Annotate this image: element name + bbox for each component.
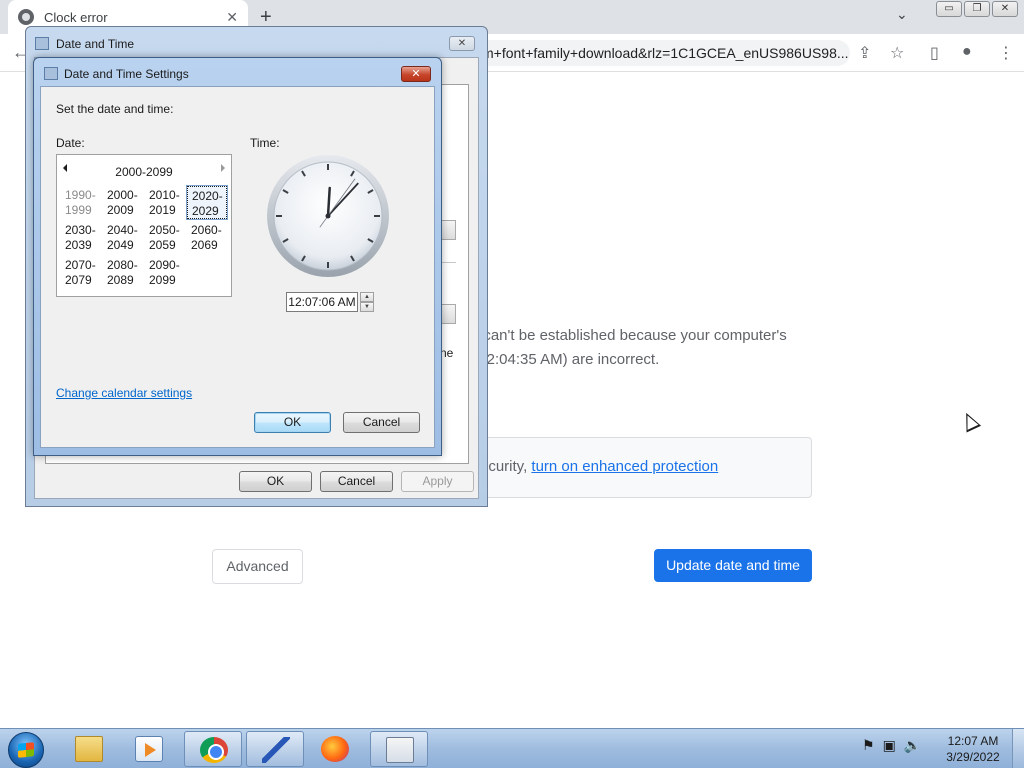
taskbar-paint[interactable] — [246, 731, 304, 767]
settings-ok-button[interactable]: OK — [254, 412, 331, 433]
calendar-decade-cell[interactable]: 2040- 2049 — [103, 221, 143, 254]
settings-dialog-title: Date and Time Settings — [64, 67, 189, 81]
calendar-decade-cell[interactable]: 2010- 2019 — [145, 186, 185, 219]
network-icon[interactable]: ▣ — [883, 737, 896, 754]
time-input[interactable]: 12:07:06 AM — [286, 292, 358, 312]
date-time-icon — [35, 37, 49, 50]
calendar-decade-cell[interactable]: 1990- 1999 — [61, 186, 101, 219]
share-icon[interactable]: ⇪ — [858, 43, 871, 63]
calendar-decade-cell[interactable]: 2020- 2029 — [186, 185, 228, 220]
system-tray: ⚑ ▣ 🔈 — [862, 737, 921, 754]
update-date-time-button[interactable]: Update date and time — [654, 549, 812, 582]
dialog-title: Date and Time — [56, 37, 135, 51]
enhanced-protection-link[interactable]: turn on enhanced protection — [531, 458, 718, 475]
calendar-decade-cell[interactable]: 2050- 2059 — [145, 221, 185, 254]
show-desktop-button[interactable] — [1012, 729, 1024, 768]
outer-ok-button[interactable]: OK — [239, 471, 312, 492]
calendar-decade-cell[interactable]: 2070- 2079 — [61, 256, 101, 289]
taskbar-explorer[interactable] — [60, 731, 118, 767]
advanced-button[interactable]: Advanced — [212, 549, 303, 584]
time-spinner[interactable]: ▲ ▼ — [360, 292, 374, 312]
taskbar-firefox[interactable] — [306, 731, 364, 767]
settings-body: Set the date and time: Date: Time: 2000-… — [40, 86, 435, 448]
calendar-decade-cell[interactable]: 2030- 2039 — [61, 221, 101, 254]
tab-search-icon[interactable]: ⌄ — [896, 6, 908, 23]
calendar-decade-cell[interactable]: 2080- 2089 — [103, 256, 143, 289]
settings-icon — [44, 67, 58, 80]
paint-brush-icon — [262, 737, 290, 763]
profile-avatar-icon[interactable]: ● — [962, 43, 972, 61]
minimize-button[interactable]: ▭ — [936, 1, 962, 17]
chrome-icon — [200, 737, 228, 763]
close-window-button[interactable]: ✕ — [992, 1, 1018, 17]
action-center-flag-icon[interactable]: ⚑ — [862, 737, 875, 754]
calendar-decade-cell[interactable]: 2060- 2069 — [187, 221, 227, 254]
window-controls: ▭ ❐ ✕ — [936, 1, 1018, 17]
folder-icon — [75, 736, 103, 762]
date-label: Date: — [56, 136, 85, 150]
error-description: n can't be established because your comp… — [470, 324, 787, 372]
taskbar-media-player[interactable] — [120, 731, 178, 767]
tab-close-icon[interactable]: ✕ — [226, 9, 238, 26]
error-line-1: can't be established because your comput… — [479, 327, 787, 344]
calendar-clock-icon — [386, 737, 414, 763]
start-button[interactable] — [8, 732, 44, 768]
volume-icon[interactable]: 🔈 — [904, 737, 921, 754]
outer-cancel-button[interactable]: Cancel — [320, 471, 393, 492]
bookmark-star-icon[interactable]: ☆ — [890, 43, 904, 63]
side-panel-icon[interactable]: ▯ — [930, 43, 939, 63]
date-time-settings-dialog: Date and Time Settings ✕ Set the date an… — [33, 57, 442, 456]
settings-close-button[interactable]: ✕ — [401, 66, 431, 82]
firefox-icon — [321, 736, 349, 762]
instruction-label: Set the date and time: — [56, 102, 174, 116]
tray-date: 3/29/2022 — [946, 750, 1000, 764]
decade-calendar: 2000-2099 1990- 1999 2000- 2009 2010- 2019 202… — [56, 154, 232, 297]
calendar-decade-cell[interactable]: 2090- 2099 — [145, 256, 185, 289]
calendar-next-arrow-icon[interactable] — [221, 164, 225, 172]
timezone-text-fragment: ne — [440, 346, 454, 360]
taskbar: ⚑ ▣ 🔈 12:07 AM 3/29/2022 — [0, 728, 1024, 768]
divider — [440, 262, 456, 263]
tab-title: Clock error — [44, 9, 108, 25]
error-line-2: t 12:04:35 AM) are incorrect. — [470, 351, 660, 368]
change-calendar-settings-link[interactable]: Change calendar settings — [56, 386, 192, 400]
spin-down-icon[interactable]: ▼ — [360, 302, 374, 312]
calendar-decade-cell[interactable]: 2000- 2009 — [103, 186, 143, 219]
spin-up-icon[interactable]: ▲ — [360, 292, 374, 302]
dialog-close-button[interactable]: ✕ — [449, 36, 475, 51]
taskbar-date-time[interactable] — [370, 731, 428, 767]
taskbar-chrome[interactable] — [184, 731, 242, 767]
menu-kebab-icon[interactable]: ⋮ — [998, 43, 1014, 63]
tray-time: 12:07 AM — [947, 734, 999, 748]
outer-apply-button: Apply — [401, 471, 474, 492]
tray-clock[interactable]: 12:07 AM 3/29/2022 — [940, 733, 1006, 765]
time-label: Time: — [250, 136, 280, 150]
calendar-header[interactable]: 2000-2099 — [57, 165, 231, 179]
enhanced-protection-text: ecurity, turn on enhanced protection — [480, 458, 718, 475]
analog-clock — [267, 155, 389, 277]
media-player-icon — [135, 736, 163, 762]
settings-cancel-button[interactable]: Cancel — [343, 412, 420, 433]
mouse-cursor-icon — [958, 409, 982, 433]
address-bar[interactable]: m+font+family+download&rlz=1C1GCEA_enUS9… — [470, 40, 850, 66]
globe-icon — [18, 9, 34, 25]
restore-button[interactable]: ❐ — [964, 1, 990, 17]
